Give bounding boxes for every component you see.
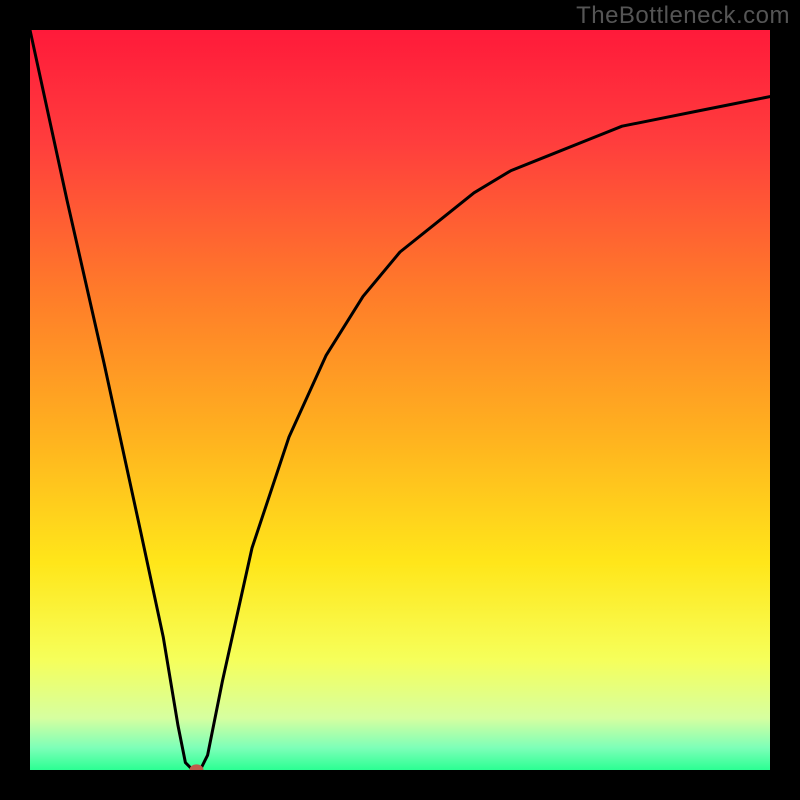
chart-frame: TheBottleneck.com	[0, 0, 800, 800]
chart-svg	[30, 30, 770, 770]
gradient-background	[30, 30, 770, 770]
watermark-text: TheBottleneck.com	[576, 2, 790, 30]
plot-area	[30, 30, 770, 770]
